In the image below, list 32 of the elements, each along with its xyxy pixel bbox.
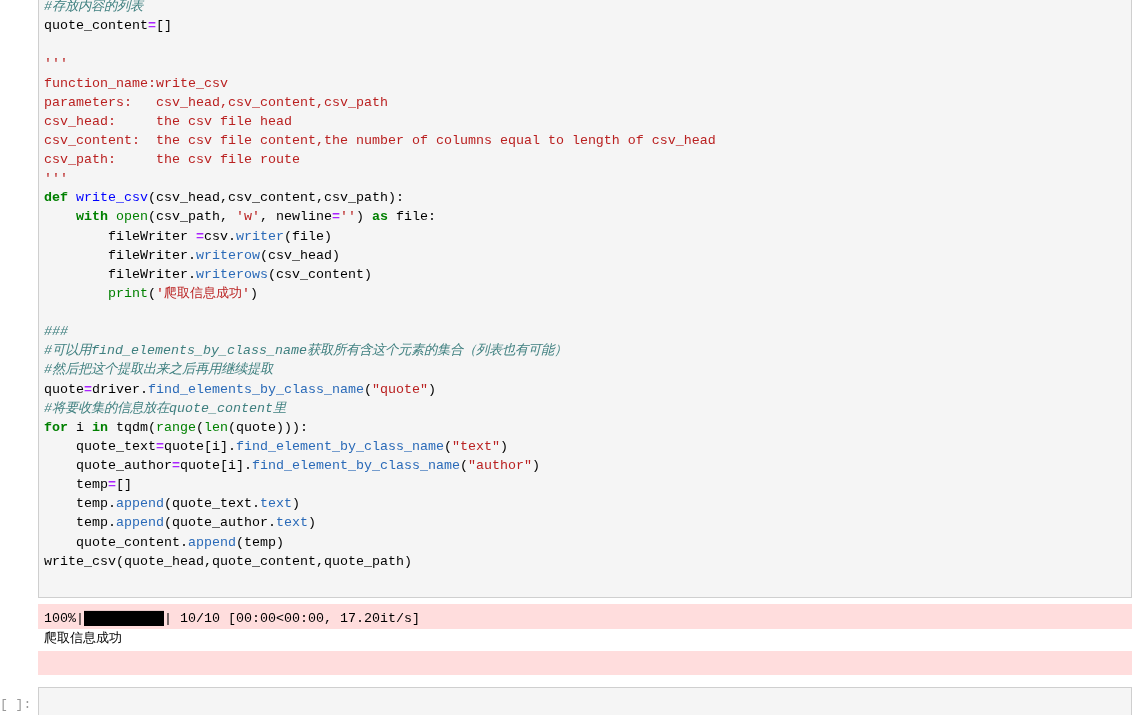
code-line: temp=[] [75,476,132,495]
code-cell[interactable] [38,0,1132,598]
code-line: quote_author=quote[i].find_element_by_class_name("author") [75,457,540,475]
code-line: def write_csv(csv_head,csv_content,csv_path): [44,189,404,208]
empty-code-cell[interactable] [38,686,1132,715]
code-line: temp.append(quote_author.text) [75,514,316,533]
code-line: for i in tqdm(range(len(quote))): [44,418,308,437]
code-line: fileWriter.writerows(csv_content) [107,265,372,284]
code-line: with open(csv_path, 'w', newline='') as file: [75,208,436,227]
code-line: #将要收集的信息放在quote_content里 [44,399,286,418]
code-line: function_name:write_csv [44,74,228,93]
code-line: #然后把这个提取出来之后再用继续提取 [44,361,273,380]
code-line: fileWriter =csv.writer(file) [107,227,332,246]
code-line: quote=driver.find_elements_by_class_name("quote") [44,380,436,399]
code-line: ''' [44,55,68,74]
code-line: quote_content.append(temp) [75,533,284,552]
code-line: write_csv(quote_head,quote_content,quote_path) [44,552,412,571]
code-line: parameters: csv_head,csv_content,csv_path [44,93,388,112]
code-line: quote_content=[] [44,17,172,36]
code-line: print('爬取信息成功') [107,284,258,303]
print-output: 爬取信息成功 [44,630,122,646]
progress-output: 100%|██████████| 10/10 [00:00<00:00, 17.20it/s] [44,610,420,626]
code-line: csv_path: the csv file route [44,151,300,169]
code-line: temp.append(quote_text.text) [75,495,300,514]
code-line: #可以用find_elements_by_class_name获取所有含这个元素的集合（列表也有可能） [44,342,567,361]
code-line: fileWriter.writerow(csv_head) [107,246,340,265]
code-line: csv_content: the csv file content,the number of columns equal to length of csv_head [44,131,716,150]
code-line: ### [44,323,68,342]
code-line: quote_text=quote[i].find_element_by_class_name("text") [75,437,508,456]
code-line: ''' [44,170,68,189]
cell-prompt: [ ]: [0,696,32,712]
code-line: csv_head: the csv file head [44,112,292,131]
